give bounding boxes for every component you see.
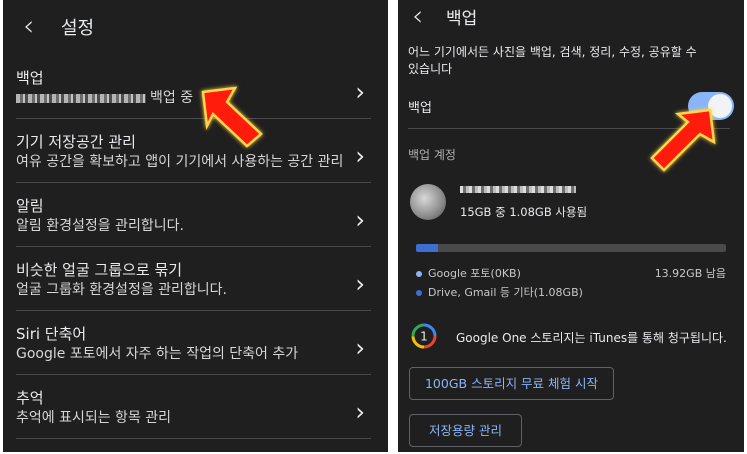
settings-item-sub: 알림 환경설정을 관리합니다.: [16, 218, 184, 234]
divider: [16, 374, 371, 375]
avatar: [410, 184, 446, 220]
divider: [16, 246, 371, 247]
settings-item-sub: 백업 중: [150, 90, 194, 106]
legend-photos: Google 포토(0KB): [416, 265, 521, 281]
storage-bar-fill: [416, 244, 439, 252]
legend-label: Google 포토(0KB): [428, 267, 521, 280]
divider: [16, 182, 371, 183]
storage-remaining: 13.92GB 남음: [654, 267, 726, 280]
settings-item-label: 알림: [16, 197, 44, 215]
settings-item-notifications[interactable]: 알림 알림 환경설정을 관리합니다. ›: [16, 196, 371, 236]
legend-label: Drive, Gmail 등 기타(1.08GB): [428, 286, 583, 299]
storage-bar: [416, 244, 726, 252]
settings-item-sub: 여유 공간을 확보하고 앱이 기기에서 사용하는 공간 관리: [16, 154, 344, 170]
chevron-right-icon: ›: [355, 206, 365, 234]
chevron-right-icon: ›: [355, 142, 365, 170]
settings-item-label: Siri 단축어: [16, 325, 87, 343]
backup-panel: ‹ 백업 어느 기기에서든 사진을 백업, 검색, 정리, 수정, 공유할 수 …: [398, 0, 744, 452]
divider: [16, 438, 371, 439]
chevron-right-icon: ›: [355, 78, 365, 106]
google-one-icon: 1: [411, 323, 437, 349]
account-email-redacted: [460, 186, 576, 193]
legend-drive: Drive, Gmail 등 기타(1.08GB): [416, 284, 583, 300]
back-icon[interactable]: ‹: [412, 2, 423, 30]
section-header: 백업 계정: [408, 148, 456, 162]
chevron-right-icon: ›: [355, 270, 365, 298]
chevron-right-icon: ›: [355, 334, 365, 362]
settings-item-memories[interactable]: 추억 추억에 표시되는 항목 관리 ›: [16, 388, 371, 428]
manage-storage-button[interactable]: 저장용량 관리: [409, 414, 522, 447]
backup-description: 어느 기기에서든 사진을 백업, 검색, 정리, 수정, 공유할 수 있습니다: [408, 45, 697, 76]
page-title: 백업: [446, 9, 478, 29]
settings-item-face-grouping[interactable]: 비슷한 얼굴 그룹으로 묶기 얼굴 그룹화 환경설정을 관리합니다. ›: [16, 260, 371, 300]
svg-text:1: 1: [420, 330, 428, 344]
settings-item-label: 비슷한 얼굴 그룹으로 묶기: [16, 261, 183, 279]
divider: [16, 310, 371, 311]
back-icon[interactable]: ‹: [23, 12, 34, 40]
backup-toggle-label: 백업: [408, 101, 432, 116]
legend-dot: [416, 271, 422, 277]
legend-dot: [416, 290, 422, 296]
settings-item-sub: 얼굴 그룹화 환경설정을 관리합니다.: [16, 282, 227, 298]
settings-item-sub: Google 포토에서 자주 하는 작업의 단축어 추가: [16, 346, 299, 362]
google-one-billing-text: Google One 스토리지는 iTunes를 통해 청구됩니다.: [456, 331, 727, 345]
account-email-redacted: [16, 93, 146, 103]
red-arrow-annotation: [201, 86, 263, 148]
chevron-right-icon: ›: [355, 398, 365, 426]
storage-usage-text: 15GB 중 1.08GB 사용됨: [460, 205, 588, 219]
settings-item-label: 추억: [16, 389, 44, 407]
settings-item-siri[interactable]: Siri 단축어 Google 포토에서 자주 하는 작업의 단축어 추가 ›: [16, 324, 371, 364]
red-arrow-annotation: [650, 108, 716, 172]
page-title: 설정: [61, 18, 95, 39]
settings-item-sub: 추억에 표시되는 항목 관리: [16, 410, 172, 426]
free-trial-button[interactable]: 100GB 스토리지 무료 체험 시작: [409, 367, 614, 400]
settings-panel: ‹ 설정 백업 백업 중 › 기기 저장공간 관리 여유 공간을 확보하고 앱이…: [3, 0, 388, 452]
